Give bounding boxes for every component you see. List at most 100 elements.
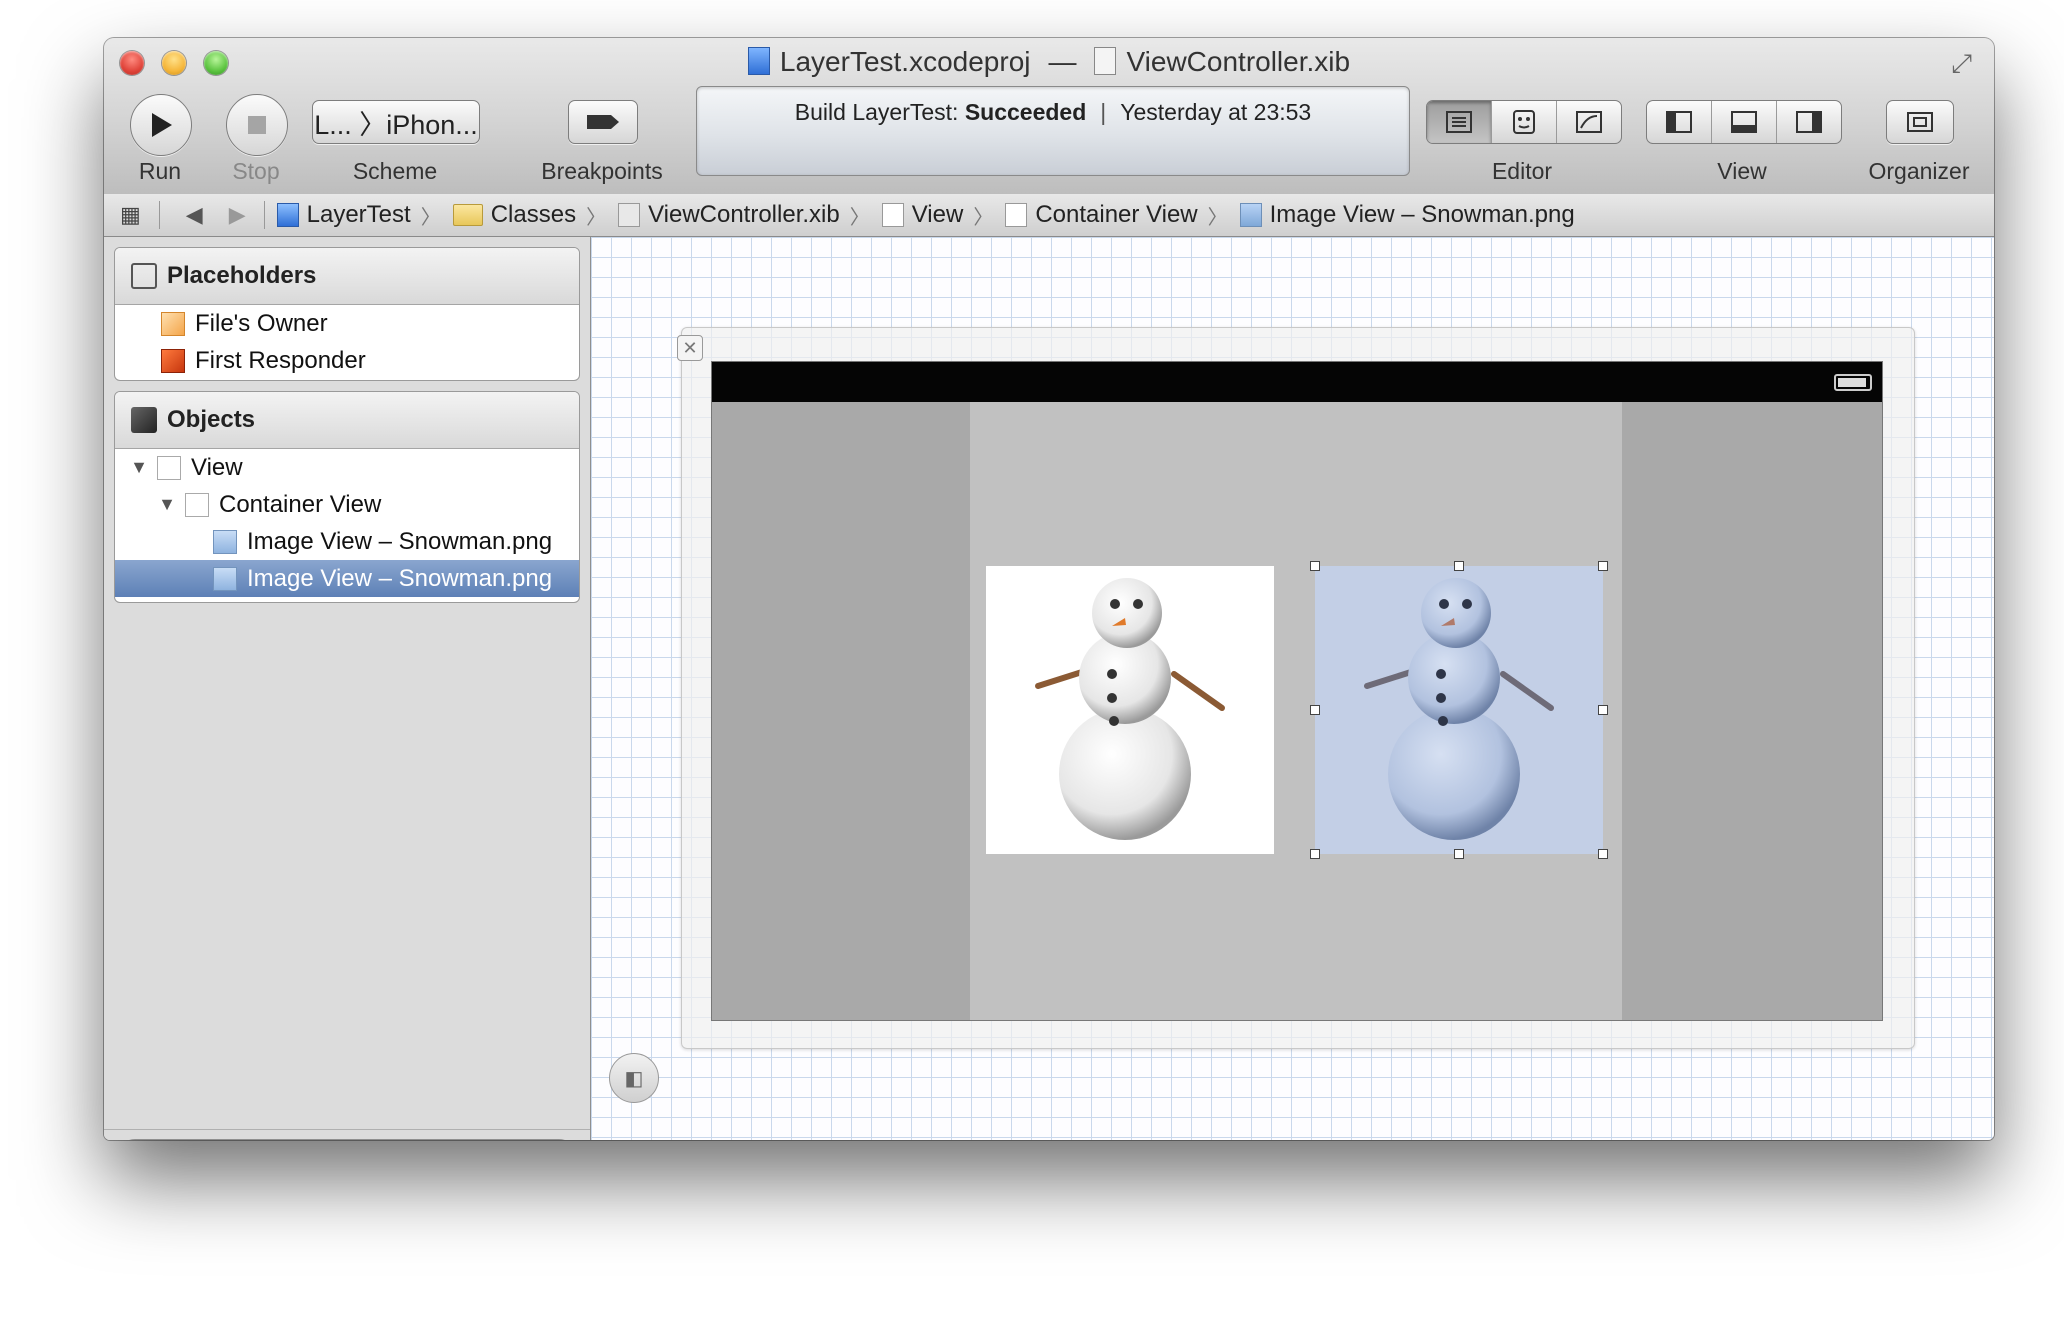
breadcrumb-group[interactable]: Classes 〉 — [452, 201, 606, 230]
outline-item-files-owner[interactable]: File's Owner — [115, 305, 579, 342]
scheme-label: Scheme — [352, 158, 438, 184]
toggle-utilities-button[interactable] — [1777, 101, 1841, 143]
breadcrumb-label: LayerTest — [306, 201, 411, 228]
outline-item-label: Image View – Snowman.png — [247, 527, 553, 555]
placeholders-header[interactable]: Placeholders — [115, 248, 579, 305]
image-view-icon — [213, 566, 237, 591]
version-editor-button[interactable] — [1557, 101, 1621, 143]
utilities-pane-icon — [1796, 111, 1822, 133]
interface-builder-canvas[interactable]: ✕ ◧ — [591, 237, 1994, 1140]
breadcrumb-label: ViewController.xib — [648, 201, 840, 228]
view-segmented-control — [1646, 100, 1842, 144]
view-root[interactable] — [711, 361, 1883, 1021]
outline-item-view[interactable]: ▼ View — [115, 449, 579, 486]
toggle-navigator-button[interactable] — [1647, 101, 1712, 143]
activity-divider: | — [1100, 99, 1107, 125]
chevron-right-icon: 〉 — [1207, 206, 1228, 229]
breadcrumb-label: Classes — [490, 201, 577, 228]
scheme-popup[interactable]: L... 〉iPhon... — [312, 100, 480, 144]
view-icon — [881, 203, 904, 227]
breadcrumb-label: Container View — [1035, 201, 1198, 228]
toolbar: LayerTest.xcodeproj — ViewController.xib ⤢… — [104, 38, 1994, 195]
chevron-right-icon: 〉 — [973, 206, 994, 229]
container-view[interactable] — [970, 402, 1622, 1020]
stop-icon — [248, 116, 266, 134]
outline-item-image-view[interactable]: Image View – Snowman.png — [115, 523, 579, 560]
breadcrumb-label: View — [911, 201, 964, 228]
title-file: ViewController.xib — [1126, 46, 1351, 77]
disclosure-triangle-icon[interactable]: ▼ — [129, 457, 149, 478]
chevron-right-icon: 〉 — [420, 206, 441, 229]
project-icon — [276, 203, 299, 227]
outline-toggle-icon: ◧ — [624, 1067, 644, 1090]
title-separator: — — [1048, 46, 1077, 77]
back-arrow-icon[interactable]: ◀ — [186, 202, 203, 228]
resize-handle-bottom-left[interactable] — [1310, 849, 1320, 859]
view-icon — [1005, 203, 1028, 227]
outline-item-label: File's Owner — [195, 309, 328, 337]
resize-handle-top-left[interactable] — [1310, 561, 1320, 571]
image-view-snowman-selected[interactable] — [1310, 561, 1608, 859]
first-responder-icon — [161, 348, 185, 373]
resize-handle-top-right[interactable] — [1598, 561, 1608, 571]
files-owner-icon — [161, 311, 185, 336]
hide-document-outline-button[interactable]: ◧ — [609, 1053, 659, 1103]
objects-header[interactable]: Objects — [115, 392, 579, 449]
breadcrumb-file[interactable]: ViewController.xib 〉 — [618, 201, 870, 230]
breadcrumb-view[interactable]: View 〉 — [881, 201, 994, 230]
disclosure-triangle-icon[interactable]: ▼ — [157, 494, 177, 515]
version-editor-icon — [1576, 111, 1602, 133]
outline-item-container-view[interactable]: ▼ Container View — [115, 486, 579, 523]
fullscreen-icon[interactable]: ⤢ — [1951, 48, 1972, 80]
objects-title: Objects — [167, 406, 256, 433]
resize-handle-bottom-right[interactable] — [1598, 849, 1608, 859]
standard-editor-button[interactable] — [1427, 101, 1492, 143]
document-outline: Placeholders File's Owner First Responde… — [104, 237, 591, 1140]
standard-editor-icon — [1446, 111, 1472, 133]
chevron-right-icon: 〉 — [849, 206, 870, 229]
resize-handle-bottom[interactable] — [1454, 849, 1464, 859]
run-button[interactable] — [130, 94, 192, 156]
jump-bar: ▦ ◀ ▶ LayerTest 〉 Classes 〉 ViewController… — [104, 194, 1994, 237]
outline-item-label: Image View – Snowman.png — [247, 564, 553, 592]
outline-item-first-responder[interactable]: First Responder — [115, 342, 579, 379]
activity-prefix: Build LayerTest: — [794, 99, 965, 125]
organizer-button[interactable] — [1886, 100, 1954, 144]
breakpoints-label: Breakpoints — [541, 158, 663, 184]
breadcrumb-image-view[interactable]: Image View – Snowman.png — [1239, 201, 1575, 229]
run-label: Run — [138, 158, 182, 184]
resize-handle-top[interactable] — [1454, 561, 1464, 571]
objects-group: Objects ▼ View ▼ Container View Image Vi… — [114, 391, 580, 603]
placeholders-group: Placeholders File's Owner First Responde… — [114, 247, 580, 381]
outline-filter-field[interactable] — [118, 1139, 576, 1140]
resize-handle-left[interactable] — [1310, 705, 1320, 715]
activity-status: Succeeded — [964, 99, 1087, 125]
editor-label: Editor — [1491, 158, 1553, 184]
title-project: LayerTest.xcodeproj — [779, 46, 1031, 77]
image-view-icon — [213, 529, 237, 554]
view-icon — [185, 492, 209, 517]
view-icon — [157, 455, 181, 480]
image-view-snowman[interactable] — [986, 566, 1274, 854]
stop-label: Stop — [232, 158, 280, 184]
xcodeproj-icon — [747, 47, 770, 75]
resize-handle-right[interactable] — [1598, 705, 1608, 715]
outline-item-label: First Responder — [195, 346, 366, 374]
breakpoints-button[interactable] — [568, 100, 638, 144]
jump-bar-divider — [263, 201, 265, 229]
assistant-editor-button[interactable] — [1492, 101, 1557, 143]
stop-button[interactable] — [226, 94, 288, 156]
window-title: LayerTest.xcodeproj — ViewController.xib — [104, 46, 1994, 78]
jump-bar-divider — [158, 201, 160, 229]
outline-item-image-view-selected[interactable]: Image View – Snowman.png — [115, 560, 579, 597]
forward-arrow-icon[interactable]: ▶ — [229, 202, 246, 228]
breadcrumb-container-view[interactable]: Container View 〉 — [1005, 201, 1228, 230]
related-items-icon[interactable]: ▦ — [120, 202, 141, 228]
close-scene-icon[interactable]: ✕ — [677, 335, 703, 361]
outline-item-label: View — [191, 453, 243, 481]
snowman-image — [1035, 578, 1225, 840]
play-icon — [152, 113, 172, 137]
toggle-debug-area-button[interactable] — [1712, 101, 1777, 143]
organizer-label: Organizer — [1868, 158, 1970, 184]
breadcrumb-project[interactable]: LayerTest 〉 — [276, 201, 441, 230]
